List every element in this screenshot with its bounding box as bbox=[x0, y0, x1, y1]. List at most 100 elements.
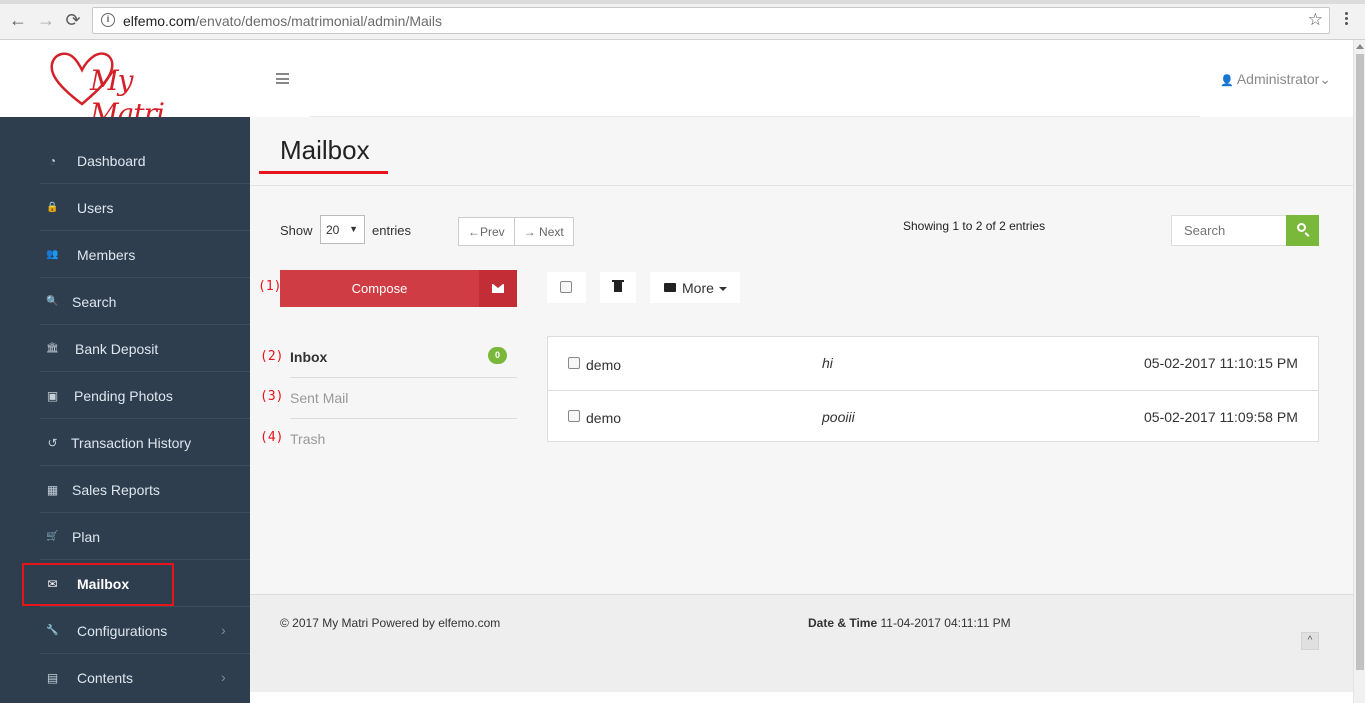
sidebar-item-label: Members bbox=[77, 247, 136, 263]
bank-icon: 🏛 bbox=[46, 343, 59, 354]
title-underline bbox=[259, 171, 388, 174]
browser-menu-icon[interactable] bbox=[1340, 10, 1352, 30]
folder-icon bbox=[664, 283, 676, 292]
browser-tabstrip bbox=[0, 0, 1365, 4]
footer-datetime: Date & Time 11-04-2017 04:11:11 PM bbox=[808, 616, 1011, 630]
more-label: More bbox=[682, 280, 714, 296]
sidebar-item-label: Transaction History bbox=[71, 435, 192, 451]
showing-entries-text: Showing 1 to 2 of 2 entries bbox=[903, 219, 1046, 233]
folder-label: Trash bbox=[290, 431, 326, 447]
annotation-marker-1: (1) bbox=[258, 279, 282, 294]
datetime-label: Date & Time bbox=[808, 616, 878, 630]
hamburger-menu-icon[interactable] bbox=[276, 73, 289, 84]
prev-button[interactable]: ←Prev bbox=[459, 218, 514, 245]
datetime-value: 11-04-2017 04:11:11 PM bbox=[880, 616, 1011, 630]
sidebar-item-label: Configurations bbox=[77, 623, 168, 639]
chevron-right-icon: › bbox=[221, 622, 226, 638]
members-icon: 👥 bbox=[46, 249, 59, 260]
sidebar-item-configurations[interactable]: 🔧 Configurations › bbox=[40, 607, 263, 654]
user-lock-icon: 🔒 bbox=[46, 202, 59, 213]
annotation-marker-3: (3) bbox=[260, 389, 284, 404]
my-matri-logo[interactable]: My Matri bbox=[48, 48, 208, 130]
sidebar-item-plan[interactable]: 🛒 Plan bbox=[40, 513, 263, 560]
page-scrollbar[interactable] bbox=[1353, 40, 1365, 703]
sidebar-item-members[interactable]: 👥 Members bbox=[40, 231, 263, 278]
sidebar-item-label: Users bbox=[77, 200, 114, 216]
sidebar-item-label: Pending Photos bbox=[74, 388, 173, 404]
bottom-strip bbox=[250, 692, 1353, 703]
sidebar-item-transaction-history[interactable]: ↺ Transaction History bbox=[40, 419, 263, 466]
mail-subject[interactable]: pooiii bbox=[822, 409, 855, 425]
back-arrow-icon[interactable]: ← bbox=[8, 10, 28, 30]
mail-date: 05-02-2017 11:10:15 PM bbox=[1144, 355, 1298, 371]
wrench-icon: 🔧 bbox=[46, 625, 59, 636]
table-row[interactable]: demo hi 05-02-2017 11:10:15 PM bbox=[548, 337, 1318, 390]
dropdown-arrow-icon: ▼ bbox=[349, 224, 358, 234]
sidebar-item-label: Sales Reports bbox=[72, 482, 160, 498]
search-input[interactable] bbox=[1172, 216, 1286, 245]
app-header: My Matri 👤 Administrator⌄ bbox=[0, 40, 1353, 130]
annotation-marker-4: (4) bbox=[260, 430, 284, 445]
page-title: Mailbox bbox=[280, 135, 370, 165]
sidebar-item-label: Plan bbox=[72, 529, 101, 545]
select-all-checkbox[interactable] bbox=[560, 281, 572, 293]
row-checkbox[interactable] bbox=[568, 410, 580, 422]
table-icon: ▦ bbox=[46, 483, 59, 497]
mail-date: 05-02-2017 11:09:58 PM bbox=[1144, 409, 1298, 425]
table-row[interactable]: demo pooiii 05-02-2017 11:09:58 PM bbox=[548, 390, 1318, 443]
delete-button[interactable] bbox=[600, 272, 636, 303]
chevron-down-icon: ⌄ bbox=[1319, 71, 1332, 87]
pagination: ←Prev → Next bbox=[458, 217, 574, 246]
compose-envelope-button[interactable] bbox=[479, 270, 517, 307]
search-icon: 🔍 bbox=[46, 296, 59, 307]
sidebar-item-pending-photos[interactable]: ▣ Pending Photos bbox=[40, 372, 263, 419]
folder-inbox[interactable]: Inbox 0 bbox=[290, 337, 517, 378]
folder-label: Sent Mail bbox=[290, 390, 349, 406]
search-button[interactable] bbox=[1286, 215, 1319, 246]
entries-value: 20 bbox=[326, 223, 340, 237]
scroll-to-top-button[interactable]: ^ bbox=[1301, 632, 1319, 650]
row-checkbox[interactable] bbox=[568, 357, 580, 369]
sidebar-item-search[interactable]: 🔍 Search bbox=[40, 278, 263, 325]
admin-menu[interactable]: 👤 Administrator⌄ bbox=[1220, 71, 1331, 88]
compose-button[interactable]: Compose bbox=[280, 270, 479, 307]
sidebar-item-bank-deposit[interactable]: 🏛 Bank Deposit bbox=[40, 325, 263, 372]
sidebar-item-label: Dashboard bbox=[77, 153, 146, 169]
next-button[interactable]: → Next bbox=[513, 218, 573, 245]
mailbox-highlight-box bbox=[22, 563, 174, 606]
footer: © 2017 My Matri Powered by elfemo.com Da… bbox=[250, 594, 1353, 692]
chevron-right-icon: › bbox=[221, 669, 226, 685]
sidebar-item-users[interactable]: 🔒 Users bbox=[40, 184, 263, 231]
sidebar-item-dashboard[interactable]: ◔ Dashboard bbox=[40, 137, 263, 184]
dashboard-icon: ◔ bbox=[48, 154, 57, 168]
site-info-icon[interactable]: i bbox=[101, 13, 115, 27]
annotation-marker-2: (2) bbox=[260, 349, 284, 364]
main-content: Mailbox Show 20 ▼ entries ←Prev → Next S… bbox=[250, 117, 1353, 594]
scroll-up-arrow-icon[interactable] bbox=[1356, 44, 1364, 49]
url-host: elfemo.com bbox=[123, 13, 196, 29]
forward-arrow-icon[interactable]: → bbox=[36, 10, 56, 30]
sidebar-item-contents[interactable]: ▤ Contents › bbox=[40, 654, 263, 701]
sidebar-item-label: Search bbox=[72, 294, 117, 310]
contents-icon: ▤ bbox=[46, 671, 59, 685]
more-dropdown-button[interactable]: More bbox=[650, 272, 740, 303]
scrollbar-thumb[interactable] bbox=[1356, 54, 1364, 670]
folder-sent-mail[interactable]: Sent Mail bbox=[290, 378, 517, 419]
search-icon bbox=[1297, 223, 1306, 232]
bookmark-star-icon[interactable]: ☆ bbox=[1308, 10, 1323, 30]
address-bar[interactable]: i elfemo.com/envato/demos/matrimonial/ad… bbox=[92, 7, 1330, 34]
folder-trash[interactable]: Trash bbox=[290, 419, 517, 460]
mail-list: demo hi 05-02-2017 11:10:15 PM demo pooi… bbox=[547, 336, 1319, 442]
user-icon: 👤 bbox=[1220, 75, 1234, 87]
mail-subject[interactable]: hi bbox=[822, 355, 833, 371]
entries-select[interactable]: 20 ▼ bbox=[320, 215, 365, 244]
unread-count-badge: 0 bbox=[488, 347, 507, 364]
sidebar-item-label: Bank Deposit bbox=[75, 341, 159, 357]
sidebar-item-label: Contents bbox=[77, 670, 134, 686]
mail-from: demo bbox=[586, 357, 622, 373]
sidebar-item-sales-reports[interactable]: ▦ Sales Reports bbox=[40, 466, 263, 513]
caret-down-icon bbox=[719, 287, 727, 291]
reload-icon[interactable]: ⟳ bbox=[63, 10, 83, 30]
select-all-checkbox-button[interactable] bbox=[547, 272, 586, 303]
show-label: Show bbox=[280, 223, 313, 238]
